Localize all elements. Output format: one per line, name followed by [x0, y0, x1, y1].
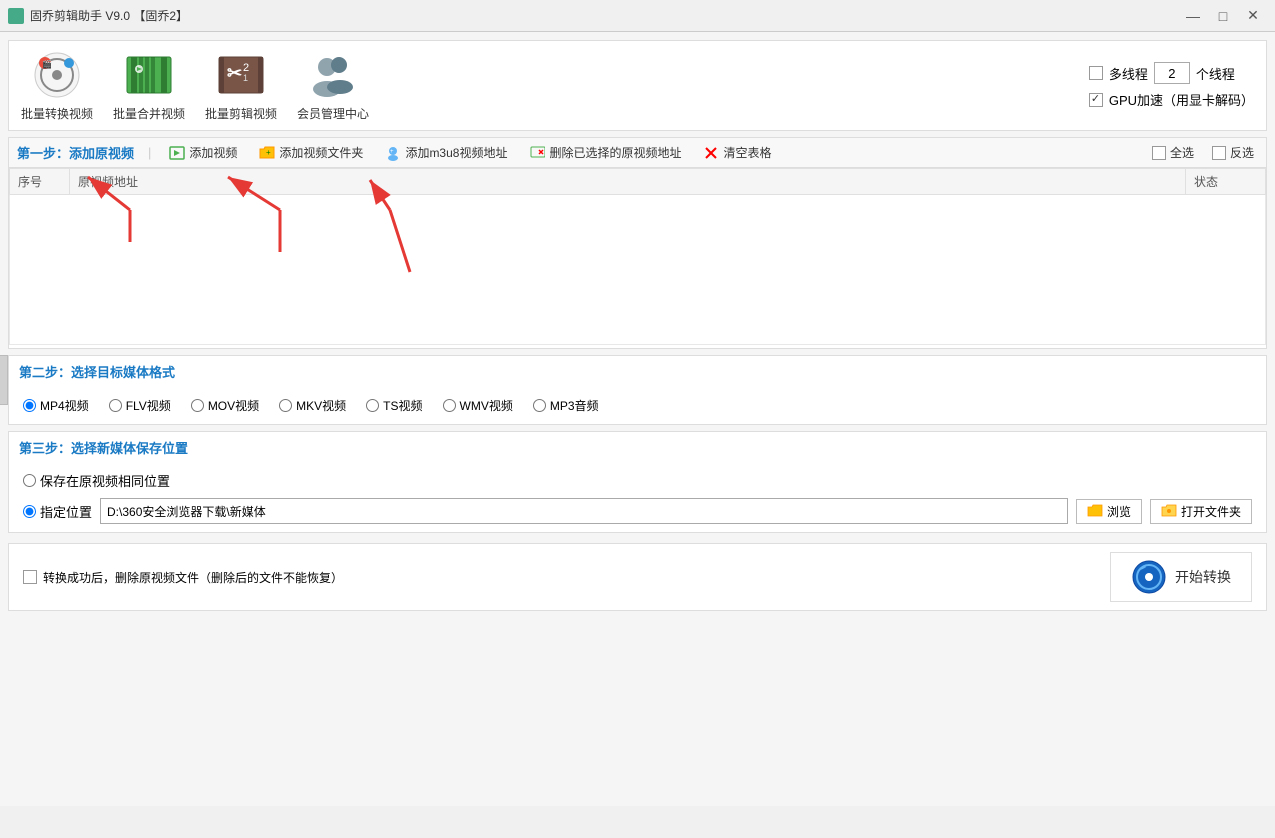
thread-unit-label: 个线程 — [1196, 64, 1235, 83]
gpu-checkbox[interactable] — [1089, 93, 1103, 107]
format-flv-label: FLV视频 — [126, 397, 171, 414]
edit-icon: ✂ 2 1 — [215, 49, 267, 101]
format-mp3-label: MP3音频 — [550, 397, 599, 414]
thread-setting: 多线程 2 个线程 — [1089, 62, 1254, 84]
step1-section: 第一步：添加原视频 | 添加视频 + 添加视频文件夹 — [8, 137, 1267, 349]
svg-text:1: 1 — [243, 73, 248, 83]
start-icon — [1131, 559, 1167, 595]
delete-original-option[interactable]: 转换成功后，删除原视频文件（删除后的文件不能恢复） — [23, 569, 343, 586]
clear-icon — [703, 145, 719, 161]
clear-table-btn[interactable]: 清空表格 — [699, 142, 775, 163]
svg-text:+: + — [390, 149, 394, 155]
browse-icon — [1087, 504, 1103, 518]
save-specified-row: 指定位置 浏览 打开文件夹 — [23, 498, 1252, 524]
window-controls: — □ ✕ — [1179, 6, 1267, 26]
convert-icon: 🎬 — [31, 49, 83, 101]
merge-label: 批量合并视频 — [113, 105, 185, 122]
format-mp3[interactable]: MP3音频 — [533, 397, 599, 414]
save-path-input[interactable] — [100, 498, 1068, 524]
toolbar-convert[interactable]: 🎬 批量转换视频 — [21, 49, 93, 122]
col-index: 序号 — [10, 169, 70, 195]
left-panel-tab[interactable] — [0, 355, 8, 405]
delete-selected-btn[interactable]: 删除已选择的原视频地址 — [525, 142, 685, 163]
minimize-button[interactable]: — — [1179, 6, 1207, 26]
step3-title: 第三步：选择新媒体保存位置 — [9, 432, 1266, 463]
settings-panel: 多线程 2 个线程 GPU加速（用显卡解码） — [1089, 62, 1254, 109]
start-convert-button[interactable]: 开始转换 — [1110, 552, 1252, 602]
step2-title: 第二步：选择目标媒体格式 — [9, 356, 1266, 387]
member-label: 会员管理中心 — [297, 105, 369, 122]
open-folder-button[interactable]: 打开文件夹 — [1150, 499, 1252, 524]
step3-section: 第三步：选择新媒体保存位置 保存在原视频相同位置 指定位置 — [8, 431, 1267, 533]
add-video-btn[interactable]: 添加视频 — [165, 142, 241, 163]
svg-text:+: + — [266, 148, 271, 157]
add-m3u8-btn[interactable]: + 添加m3u8视频地址 — [381, 142, 511, 163]
app-title: 固乔剪辑助手 V9.0 【固乔2】 — [30, 7, 1179, 24]
invert-select-checkbox[interactable] — [1212, 146, 1226, 160]
open-folder-label: 打开文件夹 — [1181, 503, 1241, 520]
gpu-label: GPU加速（用显卡解码） — [1109, 90, 1254, 109]
step1-title: 第一步：添加原视频 — [17, 143, 134, 162]
browse-label: 浏览 — [1107, 503, 1131, 520]
multithread-checkbox[interactable] — [1089, 66, 1103, 80]
open-folder-icon — [1161, 504, 1177, 518]
thread-count-input[interactable]: 2 — [1154, 62, 1190, 84]
gpu-setting: GPU加速（用显卡解码） — [1089, 90, 1254, 109]
step3-content: 保存在原视频相同位置 指定位置 浏览 — [9, 463, 1266, 532]
col-path: 原视频地址 — [70, 169, 1186, 195]
format-wmv[interactable]: WMV视频 — [443, 397, 513, 414]
close-button[interactable]: ✕ — [1239, 6, 1267, 26]
format-options: MP4视频 FLV视频 MOV视频 MKV视频 TS视频 — [9, 387, 1266, 424]
toolbar-member[interactable]: 会员管理中心 — [297, 49, 369, 122]
format-mp4-label: MP4视频 — [40, 397, 89, 414]
add-m3u8-icon: + — [385, 145, 401, 161]
content-area: 第一步：添加原视频 | 添加视频 + 添加视频文件夹 — [8, 137, 1267, 798]
save-same-option[interactable]: 保存在原视频相同位置 — [23, 471, 1252, 490]
col-status: 状态 — [1186, 169, 1266, 195]
format-mov-label: MOV视频 — [208, 397, 259, 414]
browse-button[interactable]: 浏览 — [1076, 499, 1142, 524]
select-all-checkbox[interactable] — [1152, 146, 1166, 160]
format-ts[interactable]: TS视频 — [366, 397, 422, 414]
edit-label: 批量剪辑视频 — [205, 105, 277, 122]
add-video-icon — [169, 145, 185, 161]
format-ts-label: TS视频 — [383, 397, 422, 414]
step1-actionbar: 第一步：添加原视频 | 添加视频 + 添加视频文件夹 — [9, 138, 1266, 168]
app-icon — [8, 8, 24, 24]
format-flv[interactable]: FLV视频 — [109, 397, 171, 414]
file-table: 序号 原视频地址 状态 — [9, 168, 1266, 195]
start-convert-label: 开始转换 — [1175, 567, 1231, 587]
format-mkv[interactable]: MKV视频 — [279, 397, 346, 414]
multithread-label: 多线程 — [1109, 64, 1148, 83]
add-folder-icon: + — [259, 145, 275, 161]
toolbar: 🎬 批量转换视频 批量合并视频 — [8, 40, 1267, 131]
svg-text:🎬: 🎬 — [42, 59, 52, 69]
bottom-row: 转换成功后，删除原视频文件（删除后的文件不能恢复） 开始转换 — [8, 543, 1267, 611]
save-same-label: 保存在原视频相同位置 — [40, 471, 170, 490]
format-mp4[interactable]: MP4视频 — [23, 397, 89, 414]
toolbar-edit[interactable]: ✂ 2 1 批量剪辑视频 — [205, 49, 277, 122]
save-specified-label: 指定位置 — [40, 502, 92, 521]
toolbar-merge[interactable]: 批量合并视频 — [113, 49, 185, 122]
select-all-btn[interactable]: 全选 — [1148, 142, 1198, 163]
titlebar: 固乔剪辑助手 V9.0 【固乔2】 — □ ✕ — [0, 0, 1275, 32]
invert-select-btn[interactable]: 反选 — [1208, 142, 1258, 163]
save-specified-option[interactable]: 指定位置 — [23, 502, 92, 521]
maximize-button[interactable]: □ — [1209, 6, 1237, 26]
delete-icon — [529, 145, 545, 161]
convert-label: 批量转换视频 — [21, 105, 93, 122]
delete-original-checkbox[interactable] — [23, 570, 37, 584]
main-window: 🎬 批量转换视频 批量合并视频 — [0, 32, 1275, 806]
file-table-container: 序号 原视频地址 状态 — [9, 168, 1266, 348]
svg-text:✂: ✂ — [227, 63, 242, 83]
delete-original-label: 转换成功后，删除原视频文件（删除后的文件不能恢复） — [43, 569, 343, 586]
format-mkv-label: MKV视频 — [296, 397, 346, 414]
merge-icon — [123, 49, 175, 101]
step2-section: 第二步：选择目标媒体格式 MP4视频 FLV视频 MOV视频 MKV视频 — [8, 355, 1267, 425]
add-folder-btn[interactable]: + 添加视频文件夹 — [255, 142, 367, 163]
format-wmv-label: WMV视频 — [460, 397, 513, 414]
format-mov[interactable]: MOV视频 — [191, 397, 259, 414]
member-icon — [307, 49, 359, 101]
